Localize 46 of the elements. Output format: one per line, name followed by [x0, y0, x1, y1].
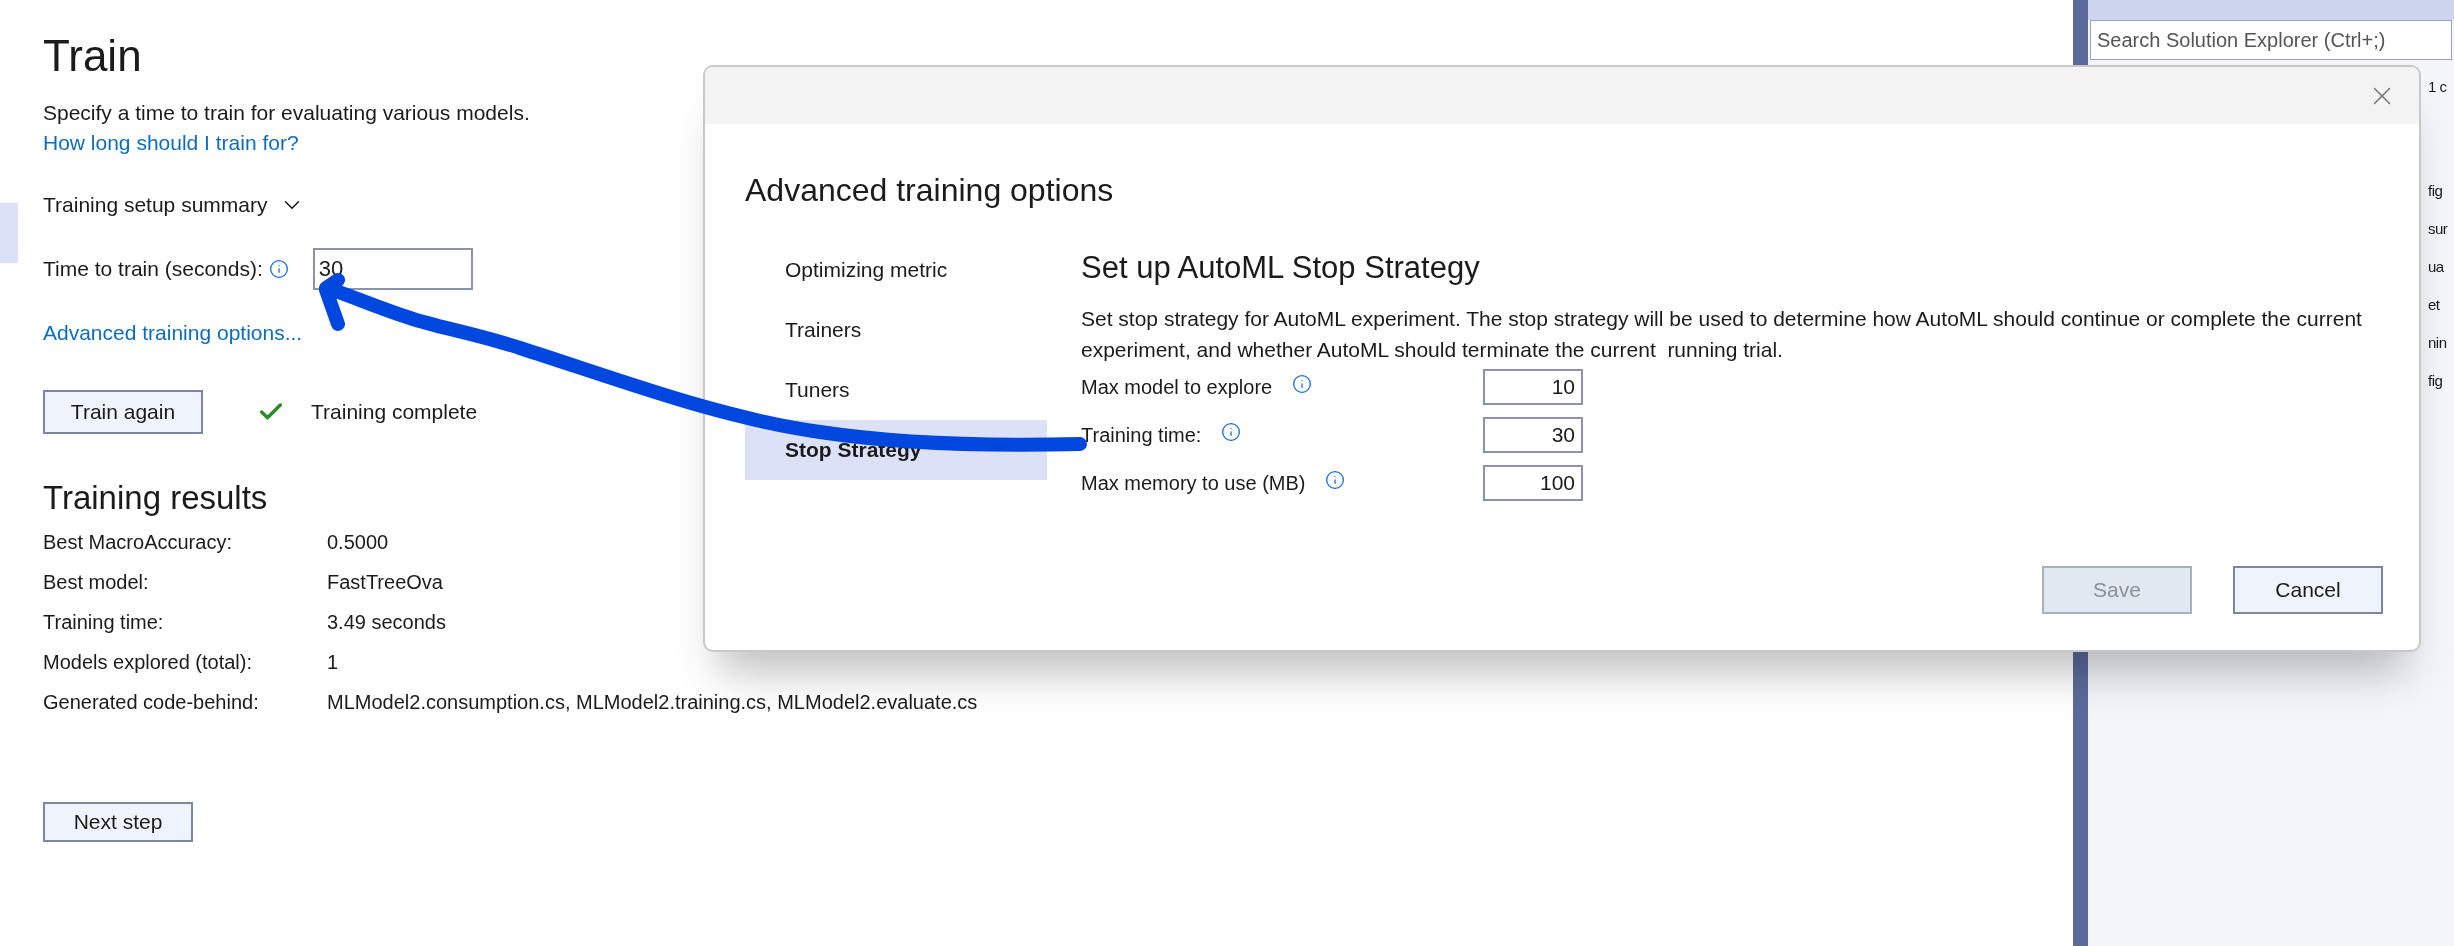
field-label: Time to train (seconds): — [43, 256, 263, 282]
tree-item[interactable]: nin — [2428, 324, 2454, 362]
result-label: Training time: — [43, 610, 165, 635]
nav-item[interactable]: Tuners — [745, 360, 1047, 420]
result-label: Best model: — [43, 570, 150, 595]
tree-item[interactable]: sur — [2428, 210, 2454, 248]
train-again-button[interactable]: Train again — [43, 390, 203, 434]
section-heading: Set up AutoML Stop Strategy — [1081, 249, 1481, 287]
result-value: MLModel2.consumption.cs, MLModel2.training.cs, MLModel2.evaluate.cs — [327, 690, 978, 715]
field-label: Training time: — [1081, 423, 1202, 448]
tree-item[interactable]: ua — [2428, 248, 2454, 286]
page-title: Train — [43, 30, 142, 82]
summary-toggle[interactable]: Training setup summary — [43, 190, 306, 220]
tree-item[interactable]: et — [2428, 286, 2454, 324]
result-value: 0.5000 — [327, 530, 389, 555]
result-value: FastTreeOva — [327, 570, 443, 595]
number-input[interactable]: 100 — [1483, 465, 1583, 501]
result-label: Generated code-behind: — [43, 690, 260, 715]
status-text: Training complete — [311, 399, 478, 426]
nav-item[interactable]: Optimizing metric — [745, 240, 1047, 300]
tree-item[interactable]: 1 c — [2428, 68, 2454, 106]
dialog-title: Advanced training options — [745, 172, 1115, 208]
result-label: Models explored (total): — [43, 650, 253, 675]
field-label: Max memory to use (MB) — [1081, 471, 1306, 496]
next-step-button[interactable]: Next step — [43, 802, 193, 842]
cancel-button[interactable]: Cancel — [2233, 566, 2383, 614]
number-input[interactable]: 10 — [1483, 369, 1583, 405]
info-icon[interactable] — [1292, 374, 1313, 394]
section-description: Set stop strategy for AutoML experiment. The stop strategy will be used to determine how AutoML should continue or complete the current experiment, and whether AutoML should terminate the current running trial. — [1081, 306, 2363, 363]
info-icon[interactable] — [1325, 470, 1346, 490]
nav-item[interactable]: Trainers — [745, 300, 1047, 360]
result-label: Best MacroAccuracy: — [43, 530, 233, 555]
result-value: 3.49 seconds — [327, 610, 446, 635]
info-icon[interactable] — [1221, 422, 1242, 442]
number-input[interactable]: 30 — [1483, 417, 1583, 453]
tree-item[interactable]: fig — [2428, 172, 2454, 210]
result-value: 1 — [327, 650, 339, 675]
tree-item[interactable]: fig — [2428, 362, 2454, 400]
help-link[interactable]: How long should I train for? — [43, 128, 299, 158]
field-label: Max model to explore — [1081, 375, 1273, 400]
page-description: Specify a time to train for evaluating various models. — [43, 100, 530, 126]
results-title: Training results — [43, 478, 268, 518]
info-icon[interactable] — [268, 259, 289, 279]
search-field[interactable]: Search Solution Explorer (Ctrl+;) — [2090, 20, 2452, 60]
sidebar-selection — [0, 203, 18, 263]
advanced-options-link[interactable]: Advanced training options... — [43, 318, 303, 348]
